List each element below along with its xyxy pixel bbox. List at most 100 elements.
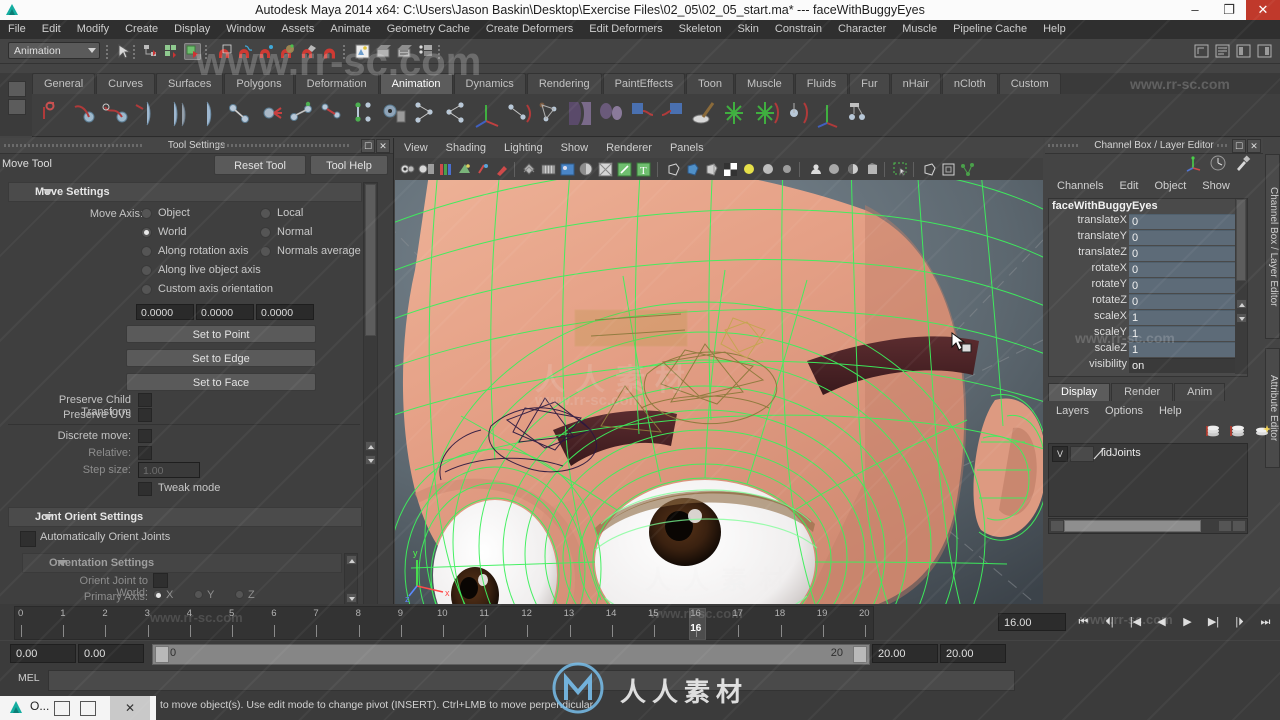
layer-editor-tab-anim[interactable]: Anim [1174, 383, 1226, 401]
axis-value-x[interactable]: 0.0000 [136, 304, 194, 320]
wrap-deformer-icon[interactable] [629, 99, 659, 131]
channel-row[interactable]: translateZ 0 [1049, 246, 1247, 262]
channel-value[interactable]: 0 [1129, 246, 1235, 261]
snap-to-view-plane-icon[interactable] [300, 43, 317, 60]
use-default-lighting-icon[interactable] [741, 161, 758, 178]
radio-along-live-object-axis[interactable] [141, 265, 152, 276]
scroll-prev-arrow[interactable] [1218, 520, 1232, 532]
connect-joints-icon[interactable] [505, 99, 535, 131]
reset-tool-button[interactable]: Reset Tool [214, 155, 306, 175]
axis-value-y[interactable]: 0.0000 [196, 304, 254, 320]
channel-row[interactable]: rotateY 0 [1049, 278, 1247, 294]
shelf-tab-fur[interactable]: Fur [849, 73, 890, 94]
radio-along-rotation-axis[interactable] [141, 246, 152, 257]
menu-item-assets[interactable]: Assets [273, 20, 322, 39]
edit-membership-icon[interactable] [846, 99, 876, 131]
layer-visibility-toggle[interactable]: V [1052, 446, 1068, 462]
make-live-icon[interactable] [321, 43, 338, 60]
toolbar-grip[interactable] [133, 43, 137, 59]
orientation-scrollbar[interactable] [344, 553, 358, 605]
shelf-tab-ncloth[interactable]: nCloth [941, 73, 998, 94]
shadows-toggle-icon[interactable] [807, 161, 824, 178]
maximize-button[interactable]: ❐ [1212, 0, 1246, 20]
shelf-tab-curves[interactable]: Curves [96, 73, 155, 94]
joint-orient-settings-frame[interactable]: Joint Orient Settings [8, 507, 362, 527]
tool-help-button[interactable]: Tool Help [310, 155, 388, 175]
copy-weights-icon[interactable] [288, 99, 318, 131]
layer-editor-menu-layers[interactable]: Layers [1048, 403, 1097, 419]
undock-panel-button[interactable]: ☐ [1232, 139, 1246, 153]
anti-alias-icon[interactable] [845, 161, 862, 178]
mirror-geometry-icon[interactable] [567, 99, 597, 131]
menu-item-muscle[interactable]: Muscle [894, 20, 945, 39]
menu-item-file[interactable]: File [0, 20, 34, 39]
shelf-tab-nhair[interactable]: nHair [890, 73, 941, 94]
viewport-menu-lighting[interactable]: Lighting [495, 138, 552, 158]
menu-set-dropdown[interactable]: Animation [8, 42, 100, 59]
weight-hammer-icon[interactable] [350, 99, 380, 131]
animation-end-field[interactable]: 20.00 [940, 644, 1006, 663]
isolate-select-icon[interactable] [892, 161, 909, 178]
viewport-menu-panels[interactable]: Panels [661, 138, 713, 158]
set-to-face-button[interactable]: Set to Face [126, 373, 316, 391]
playback-end-field[interactable]: 20.00 [872, 644, 938, 663]
viewport-menu-shading[interactable]: Shading [437, 138, 495, 158]
menu-item-modify[interactable]: Modify [69, 20, 117, 39]
shelf-options-stub-button[interactable] [8, 99, 26, 115]
layer-editor-tab-render[interactable]: Render [1111, 383, 1174, 401]
ik-spline-icon[interactable] [102, 99, 132, 131]
object-select-icon[interactable] [163, 43, 180, 60]
range-end-handle[interactable] [853, 646, 867, 663]
radio-local[interactable] [260, 208, 271, 219]
new-layer-from-selected-icon[interactable] [1230, 423, 1246, 439]
taskbar-item[interactable]: O... ✕ [0, 696, 156, 720]
shelf-tab-rendering[interactable]: Rendering [526, 73, 602, 94]
channel-name[interactable]: translateZ [1078, 246, 1127, 258]
channel-name[interactable]: rotateY [1092, 278, 1127, 290]
scroll-up-arrow[interactable] [1236, 299, 1247, 309]
axis-value-z[interactable]: 0.0000 [256, 304, 314, 320]
bookmarks-icon[interactable] [437, 161, 454, 178]
eyedropper-icon[interactable] [1234, 154, 1252, 172]
maximize-window-icon[interactable] [80, 701, 96, 716]
channel-box-menu-show[interactable]: Show [1194, 178, 1238, 194]
paint-icon[interactable] [494, 161, 511, 178]
shelf-tab-stub-button[interactable] [8, 81, 26, 97]
menu-item-help[interactable]: Help [1035, 20, 1074, 39]
selection-mask-icon[interactable] [116, 43, 133, 60]
toolbar-grip[interactable] [343, 43, 347, 59]
menu-item-geometry-cache[interactable]: Geometry Cache [379, 20, 478, 39]
bind-skin-icon[interactable] [133, 99, 163, 131]
channel-name[interactable]: visibility [1089, 358, 1127, 370]
close-button[interactable]: ✕ [1246, 0, 1280, 20]
shelf-tab-toon[interactable]: Toon [686, 73, 734, 94]
preserve-child-transform-checkbox[interactable] [138, 393, 152, 407]
channel-box-menu-channels[interactable]: Channels [1049, 178, 1111, 194]
move-pivot-icon[interactable] [474, 99, 504, 131]
channel-row[interactable]: visibility on [1049, 358, 1247, 374]
relative-checkbox[interactable] [138, 446, 152, 460]
radio-custom-axis-orientation[interactable] [141, 284, 152, 295]
discrete-move-checkbox[interactable] [138, 429, 152, 443]
clock-icon[interactable] [1209, 154, 1227, 172]
animation-start-field[interactable]: 0.00 [78, 644, 144, 663]
layer-editor-menu-help[interactable]: Help [1151, 403, 1190, 419]
step-back-frame-button[interactable]: |◀ [1126, 613, 1145, 631]
range-start-handle[interactable] [155, 646, 169, 663]
menu-item-create[interactable]: Create [117, 20, 166, 39]
menu-item-display[interactable]: Display [166, 20, 218, 39]
shelf-tab-dynamics[interactable]: Dynamics [453, 73, 526, 94]
horizontal-scroll-thumb[interactable] [1064, 520, 1201, 532]
open-render-view-icon[interactable] [354, 43, 371, 60]
radio-world[interactable] [141, 227, 152, 238]
lattice-icon[interactable] [753, 99, 783, 131]
menu-item-window[interactable]: Window [218, 20, 273, 39]
scroll-down-arrow[interactable] [346, 593, 357, 603]
textured-mode-icon[interactable] [722, 161, 739, 178]
tweak-mode-checkbox[interactable] [138, 482, 152, 496]
shelf-tab-surfaces[interactable]: Surfaces [155, 73, 224, 94]
radio-normals-average[interactable] [260, 246, 271, 257]
channel-name[interactable]: scaleY [1094, 326, 1127, 338]
radio-object[interactable] [141, 208, 152, 219]
wireframe-shading-icon[interactable] [665, 161, 682, 178]
